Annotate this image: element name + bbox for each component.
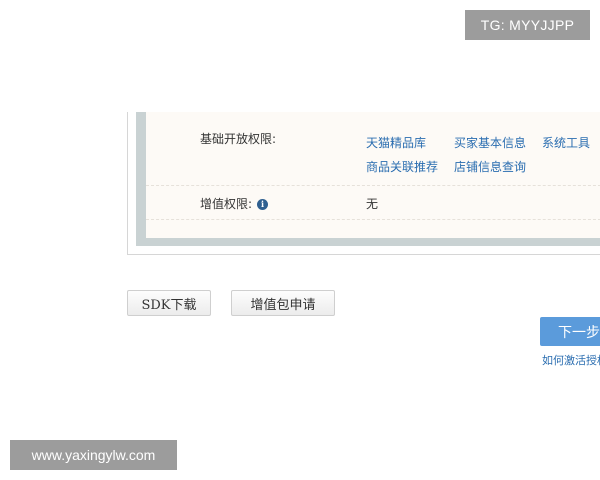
perm-system-tools[interactable]: 系统工具 [542, 134, 590, 151]
perm-shop-query[interactable]: 店铺信息查询 [454, 158, 526, 175]
value-added-permissions-value: 无 [366, 197, 379, 211]
apply-package-button[interactable]: 增值包申请 [231, 290, 335, 316]
perm-buyer-info[interactable]: 买家基本信息 [454, 134, 526, 151]
next-step-button[interactable]: 下一步 [540, 317, 600, 346]
watermark-bottom: www.yaxingylw.com [10, 440, 177, 470]
perm-tmall-library[interactable]: 天猫精品库 [366, 134, 426, 151]
value-added-label-wrap: 增值权限: i [200, 195, 269, 212]
perm-product-recommend[interactable]: 商品关联推荐 [366, 158, 438, 175]
value-added-permissions-label: 增值权限: [200, 197, 253, 211]
activate-help-link[interactable]: 如何激活授权 [542, 352, 600, 368]
basic-permissions-label: 基础开放权限: [200, 132, 277, 146]
watermark-top: TG: MYYJJPP [465, 10, 590, 40]
sdk-download-button[interactable]: SDK下载 [127, 290, 211, 316]
info-icon[interactable]: i [257, 199, 269, 210]
